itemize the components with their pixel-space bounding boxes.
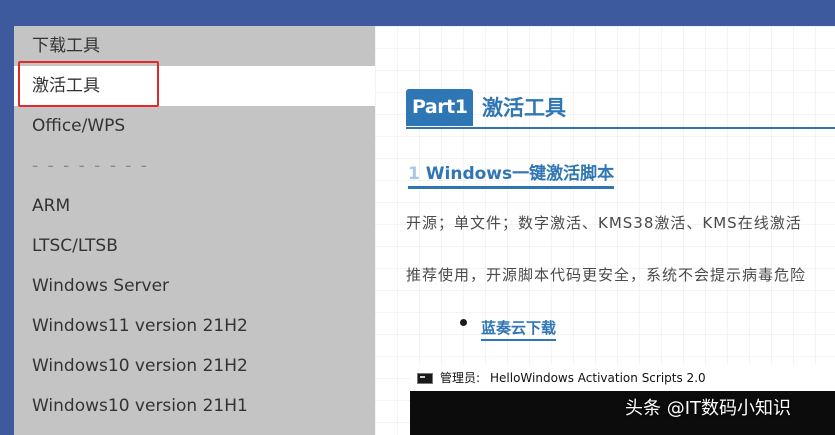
sidebar-item-windows-server[interactable]: Windows Server xyxy=(14,266,375,306)
app-window: 下载工具 激活工具 Office/WPS - - - - - - - - ARM… xyxy=(14,26,835,435)
paragraph-recommendation: 推荐使用，开源脚本代码更安全，系统不会提示病毒危险 xyxy=(406,266,807,284)
part-badge: Part1 xyxy=(406,89,474,126)
sidebar-item-arm[interactable]: ARM xyxy=(14,186,375,226)
section-title: Windows一键激活脚本 xyxy=(425,164,615,184)
sidebar-item-win10-21h1[interactable]: Windows10 version 21H1 xyxy=(14,386,375,426)
list-bullet xyxy=(460,319,467,326)
console-title-bar: 管理员: HelloWindows Activation Scripts 2.0 xyxy=(410,365,835,391)
section-number: 1 xyxy=(408,164,420,184)
sidebar-item-download-tools[interactable]: 下载工具 xyxy=(14,26,375,66)
console-admin-label: 管理员: xyxy=(440,371,481,385)
console-title: HelloWindows Activation Scripts 2.0 xyxy=(490,371,706,385)
sidebar-item-office-wps[interactable]: Office/WPS xyxy=(14,106,375,146)
download-link[interactable]: 蓝奏云下载 xyxy=(481,317,557,341)
section-heading: 1 Windows一键激活脚本 xyxy=(408,161,615,189)
sidebar-item-win11-21h2[interactable]: Windows11 version 21H2 xyxy=(14,306,375,346)
console-icon xyxy=(417,373,433,384)
sidebar-nav: 下载工具 激活工具 Office/WPS - - - - - - - - ARM… xyxy=(14,26,375,435)
sidebar-item-ltsc-ltsb[interactable]: LTSC/LTSB xyxy=(14,226,375,266)
sidebar-item-activation-tools[interactable]: 激活工具 xyxy=(14,66,375,106)
paragraph-features: 开源；单文件；数字激活、KMS38激活、KMS在线激活 xyxy=(406,214,802,232)
part-heading: Part1 激活工具 xyxy=(406,89,835,129)
sidebar-item-win10-21h2[interactable]: Windows10 version 21H2 xyxy=(14,346,375,386)
sidebar-separator: - - - - - - - - xyxy=(32,156,149,176)
part-title: 激活工具 xyxy=(482,96,566,120)
watermark: 头条 @IT数码小知识 xyxy=(625,398,792,419)
article-content: Part1 激活工具 1 Windows一键激活脚本 开源；单文件；数字激活、K… xyxy=(375,26,835,435)
